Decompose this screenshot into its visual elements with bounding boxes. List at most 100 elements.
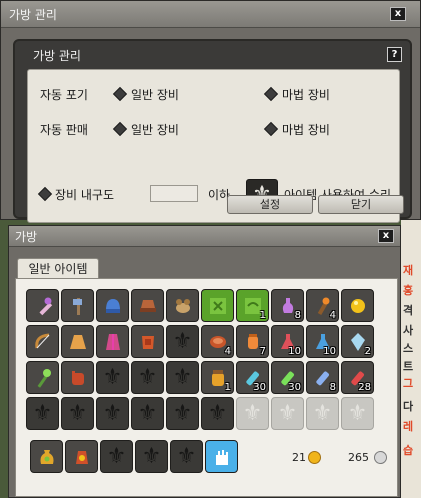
auto-discard-magic-radio[interactable] bbox=[263, 86, 279, 102]
fleur-de-lis-icon: ⚜ bbox=[207, 401, 228, 426]
inventory-slot-empty[interactable]: ⚜ bbox=[96, 361, 129, 394]
inventory-slot[interactable]: 30 bbox=[271, 361, 304, 394]
item-quantity: 30 bbox=[288, 382, 301, 393]
inventory-slot[interactable] bbox=[61, 325, 94, 358]
fleur-de-lis-icon: ⚜ bbox=[347, 401, 368, 426]
gold-orb-icon bbox=[351, 299, 365, 313]
fleur-de-lis-icon: ⚜ bbox=[67, 401, 88, 426]
auto-discard-normal-radio[interactable] bbox=[112, 86, 128, 102]
inventory-slot[interactable] bbox=[201, 289, 234, 322]
inventory-slot[interactable]: 4 bbox=[306, 289, 339, 322]
inventory-slot[interactable] bbox=[65, 440, 98, 473]
management-inner-panel: 가방 관리 ? 자동 포기 일반 장비 마법 장비 자동 판매 일반 장비 마법… bbox=[13, 39, 412, 223]
bag-titlebar[interactable]: 가방 x bbox=[9, 226, 400, 247]
item-quantity: 1 bbox=[259, 310, 266, 321]
glove-hand-icon bbox=[216, 450, 228, 465]
silver-amount: 265 bbox=[348, 451, 369, 464]
inventory-slot[interactable]: 10 bbox=[271, 325, 304, 358]
settings-button[interactable]: 설정 bbox=[227, 195, 313, 214]
durability-repair-radio[interactable] bbox=[37, 186, 53, 202]
inventory-slot-empty[interactable]: ⚜ bbox=[166, 361, 199, 394]
inventory-slot[interactable] bbox=[30, 440, 63, 473]
inventory-slot-empty[interactable]: ⚜ bbox=[96, 397, 129, 430]
inventory-slot[interactable]: 30 bbox=[236, 361, 269, 394]
inventory-slot[interactable]: 2 bbox=[341, 325, 374, 358]
inventory-slot[interactable] bbox=[26, 361, 59, 394]
bag-window: 가방 x 일반 아이템 1 8 4 ⚜ 4 7 10 10 2 ⚜ ⚜ ⚜ 1 … bbox=[8, 225, 401, 498]
help-icon[interactable]: ? bbox=[387, 47, 402, 62]
gold-coin-icon bbox=[308, 451, 321, 464]
background-text-7: 그 bbox=[403, 377, 414, 390]
auto-sell-normal-label: 일반 장비 bbox=[131, 123, 179, 137]
pouch-icon bbox=[76, 451, 88, 464]
close-button[interactable]: 닫기 bbox=[318, 195, 404, 214]
inventory-slot[interactable] bbox=[96, 289, 129, 322]
staff-icon bbox=[37, 369, 51, 388]
inventory-slot-empty[interactable]: ⚜ bbox=[26, 397, 59, 430]
item-quantity: 30 bbox=[253, 382, 266, 393]
inventory-slot-empty[interactable]: ⚜ bbox=[166, 325, 199, 358]
inventory-slot[interactable]: 8 bbox=[306, 361, 339, 394]
inventory-grid: 1 8 4 ⚜ 4 7 10 10 2 ⚜ ⚜ ⚜ 1 30 30 8 28 ⚜… bbox=[15, 278, 398, 497]
hat-icon bbox=[140, 300, 156, 312]
inventory-slot[interactable] bbox=[131, 325, 164, 358]
inventory-slot[interactable] bbox=[166, 289, 199, 322]
inventory-slot[interactable] bbox=[131, 289, 164, 322]
bag-close-icon[interactable]: x bbox=[378, 229, 394, 243]
auto-sell-magic-radio[interactable] bbox=[263, 121, 279, 137]
inventory-slot[interactable]: 1 bbox=[236, 289, 269, 322]
inventory-slot-empty[interactable]: ⚜ bbox=[131, 397, 164, 430]
inventory-slot[interactable] bbox=[61, 361, 94, 394]
inventory-slot-locked: ⚜ bbox=[341, 397, 374, 430]
inventory-slot[interactable]: 28 bbox=[341, 361, 374, 394]
bag-window-title: 가방 bbox=[15, 230, 38, 244]
background-text-4: 사 bbox=[403, 324, 414, 337]
auto-sell-label: 자동 판매 bbox=[40, 123, 88, 137]
durability-input[interactable] bbox=[150, 185, 198, 202]
inventory-slot[interactable]: 1 bbox=[201, 361, 234, 394]
inventory-slot-locked: ⚜ bbox=[236, 397, 269, 430]
inventory-slot-empty[interactable]: ⚜ bbox=[201, 397, 234, 430]
tab-normal-items[interactable]: 일반 아이템 bbox=[17, 258, 99, 279]
inventory-slot-empty[interactable]: ⚜ bbox=[166, 397, 199, 430]
inventory-slot-empty[interactable]: ⚜ bbox=[170, 440, 203, 473]
inventory-slot[interactable]: 10 bbox=[306, 325, 339, 358]
bag-management-window: 가방 관리 x 가방 관리 ? 자동 포기 일반 장비 마법 장비 자동 판매 … bbox=[0, 0, 421, 223]
background-text-1: 재 bbox=[403, 264, 414, 277]
inventory-slot[interactable] bbox=[26, 325, 59, 358]
management-close-icon[interactable]: x bbox=[390, 7, 406, 21]
auto-sell-magic-label: 마법 장비 bbox=[282, 123, 330, 137]
inventory-slot-empty[interactable]: ⚜ bbox=[131, 361, 164, 394]
item-quantity: 10 bbox=[288, 346, 301, 357]
inventory-slot-empty[interactable]: ⚜ bbox=[61, 397, 94, 430]
inventory-slot[interactable]: 8 bbox=[271, 289, 304, 322]
auto-discard-label: 자동 포기 bbox=[40, 88, 88, 102]
fleur-de-lis-icon: ⚜ bbox=[102, 401, 123, 426]
helmet-icon bbox=[106, 299, 120, 313]
skirt-icon bbox=[70, 335, 86, 349]
fleur-de-lis-icon: ⚜ bbox=[137, 401, 158, 426]
inventory-slot[interactable] bbox=[205, 440, 238, 473]
green-scroll-icon bbox=[210, 298, 226, 314]
background-text-9: 레 bbox=[403, 420, 414, 433]
item-quantity: 4 bbox=[224, 346, 231, 357]
background-text-5: 스 bbox=[403, 342, 414, 355]
inventory-slot[interactable] bbox=[96, 325, 129, 358]
inventory-slot-empty[interactable]: ⚜ bbox=[135, 440, 168, 473]
inventory-slot[interactable] bbox=[61, 289, 94, 322]
inventory-slot[interactable] bbox=[341, 289, 374, 322]
inventory-slot[interactable]: 4 bbox=[201, 325, 234, 358]
inventory-slot[interactable]: 7 bbox=[236, 325, 269, 358]
robe-icon bbox=[106, 334, 120, 350]
background-text-6: 트 bbox=[403, 360, 414, 373]
management-titlebar[interactable]: 가방 관리 x bbox=[1, 1, 420, 28]
inventory-slot[interactable] bbox=[26, 289, 59, 322]
auto-discard-magic-label: 마법 장비 bbox=[282, 88, 330, 102]
fleur-de-lis-icon: ⚜ bbox=[242, 401, 263, 426]
inventory-slot-empty[interactable]: ⚜ bbox=[100, 440, 133, 473]
auto-sell-normal-radio[interactable] bbox=[112, 121, 128, 137]
silver-coin-icon bbox=[374, 451, 387, 464]
background-text-10: 습 bbox=[403, 444, 414, 457]
management-window-title: 가방 관리 bbox=[9, 8, 57, 22]
fleur-de-lis-icon: ⚜ bbox=[102, 365, 123, 390]
